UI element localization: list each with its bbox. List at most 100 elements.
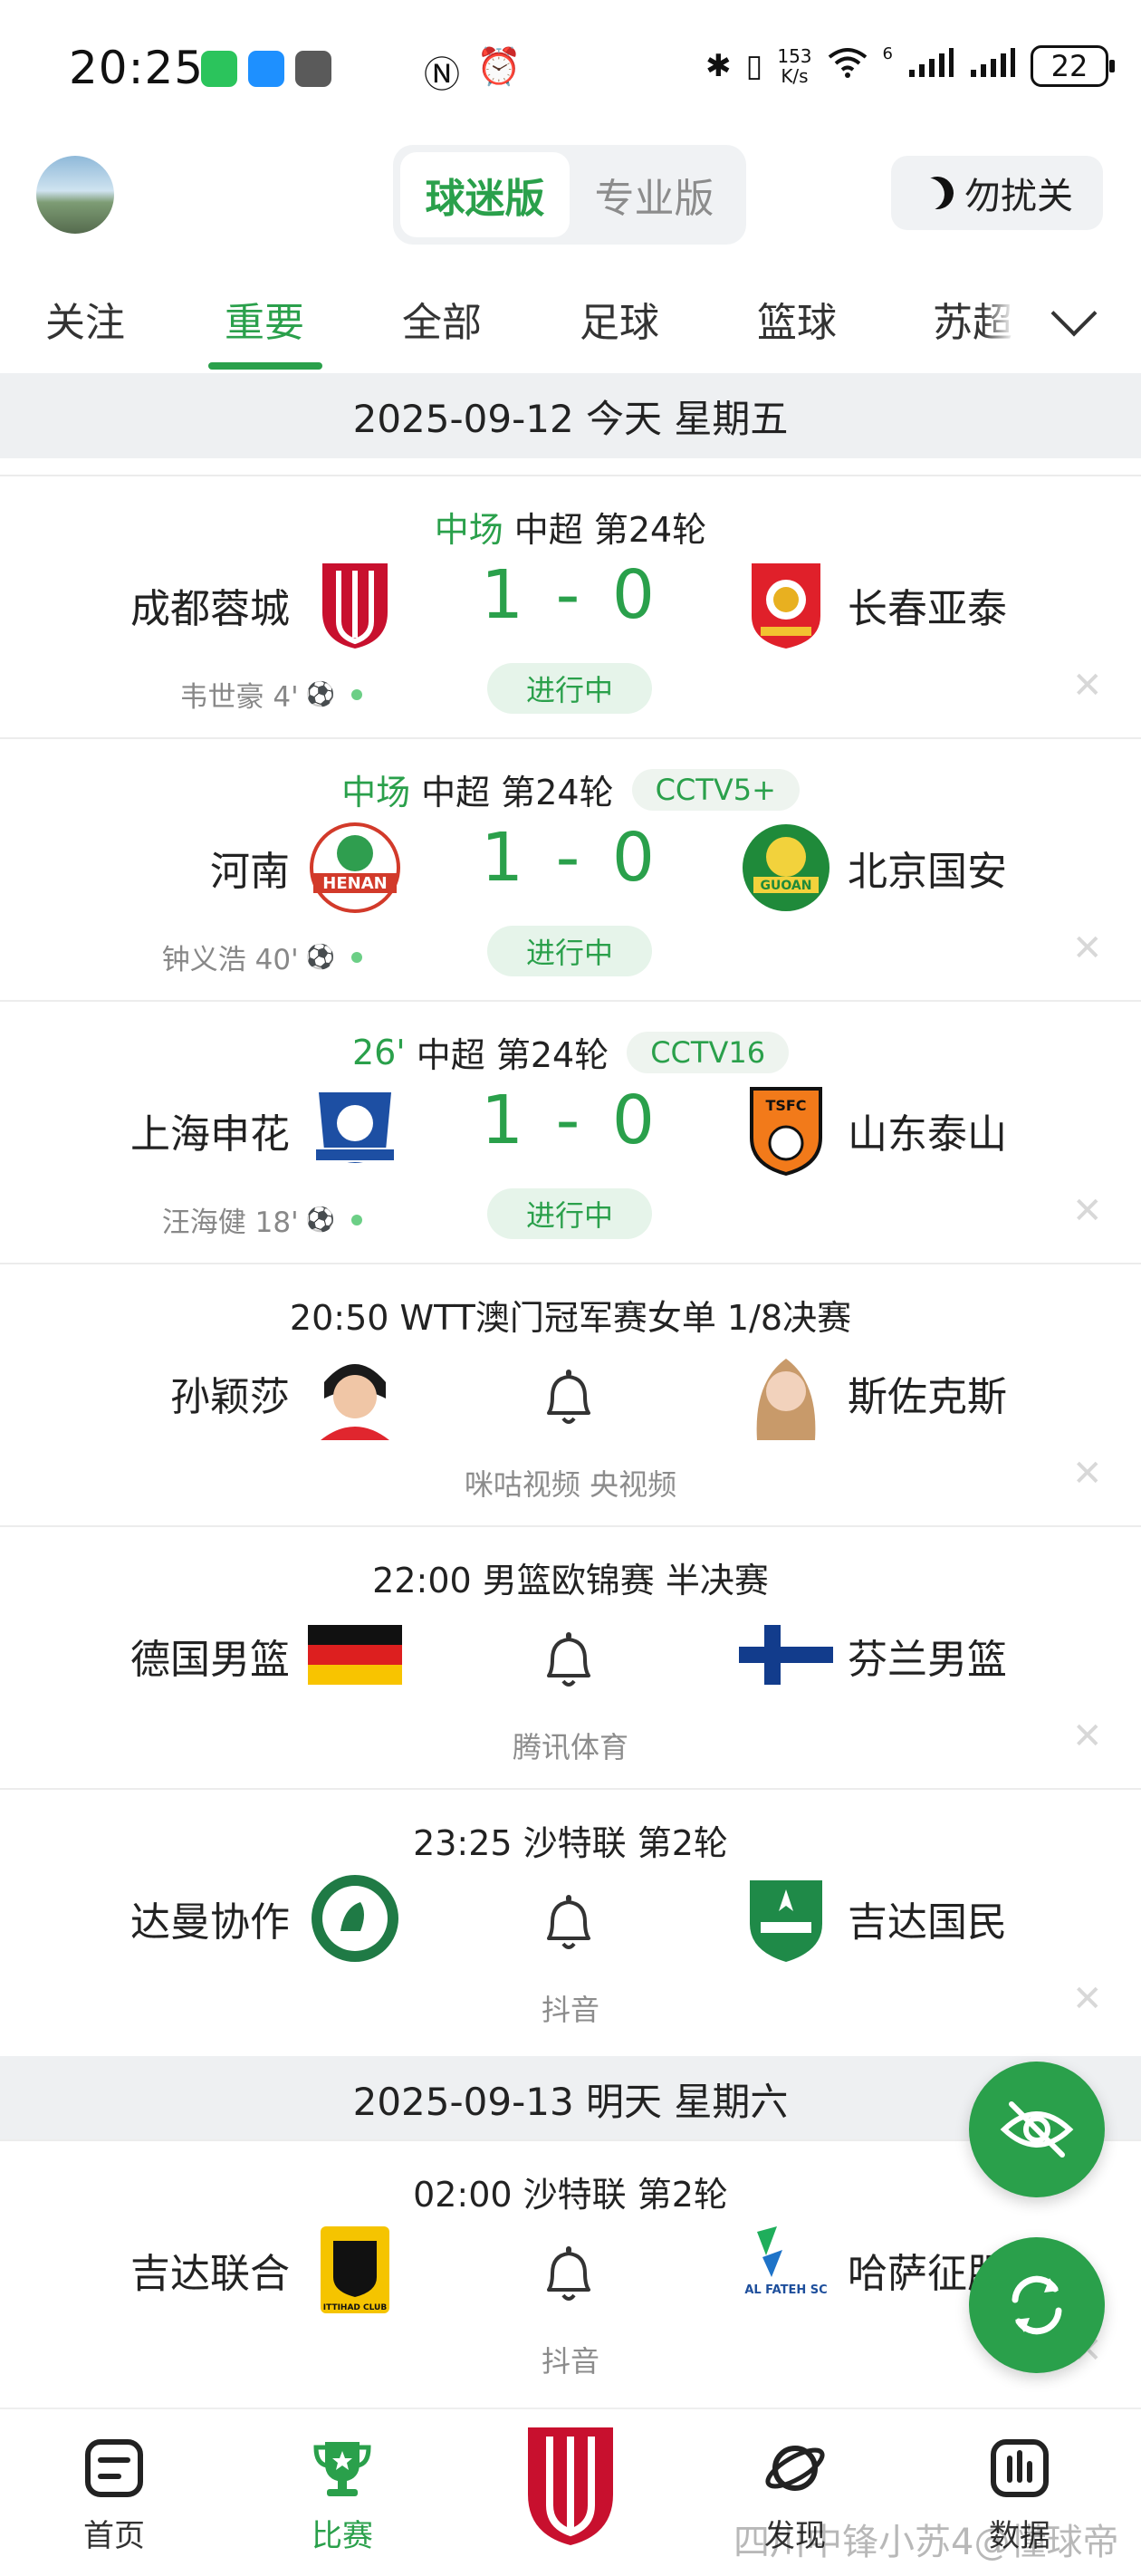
al-ittihad-logo-icon: ITTIHAD CLUB	[321, 2226, 389, 2313]
shanghai-shenhua-logo-icon	[314, 1092, 396, 1163]
tab-important[interactable]: 重要	[225, 290, 304, 348]
tv-channel-badge: CCTV16	[627, 1031, 790, 1073]
match-status-badge: 进行中	[487, 926, 652, 976]
refresh-button[interactable]	[969, 2237, 1105, 2373]
match-league: 中超 第24轮	[416, 1035, 609, 1075]
match-card[interactable]: 20:50 WTT澳门冠军赛女单 1/8决赛 孙颖莎 斯佐克斯 咪咕视频 央视频…	[0, 1263, 1141, 1525]
hide-scores-button[interactable]	[969, 2062, 1105, 2197]
bell-icon[interactable]	[540, 1891, 598, 1955]
broadcast-channels: 腾讯体育	[512, 1730, 628, 1764]
match-status-badge: 进行中	[487, 1188, 652, 1239]
away-player-name: 斯佐克斯	[848, 1374, 1007, 1420]
al-ettifaq-logo-icon	[312, 1875, 398, 1962]
match-card[interactable]: 23:25 沙特联 第2轮 达曼协作 吉达国民 抖音 ✕	[0, 1788, 1141, 2051]
chengdu-rongcheng-logo-icon	[322, 563, 388, 649]
refresh-icon	[1012, 2275, 1062, 2335]
svg-text:TSFC: TSFC	[765, 1097, 806, 1114]
active-tab-indicator	[208, 362, 322, 370]
match-title: 22:00 男篮欧锦赛 半决赛	[372, 1561, 769, 1600]
broadcast-channels: 抖音	[541, 1993, 599, 2027]
match-minute: 中场	[434, 510, 503, 550]
match-title: 23:25 沙特联 第2轮	[413, 1823, 728, 1863]
planet-icon	[765, 2446, 825, 2491]
close-icon[interactable]: ✕	[1072, 1453, 1103, 1495]
score: 1 - 0	[481, 556, 660, 634]
broadcast-channels: 咪咕视频 央视频	[464, 1467, 677, 1502]
match-card[interactable]: 中场 中超 第24轮 CCTV5+ 河南 HENAN 1 - 0 GUOAN 北…	[0, 737, 1141, 1000]
top-header: 球迷版 专业版 勿扰关	[0, 136, 1141, 254]
status-right-icons: ✱ ▯ 153 K/s 6 22	[705, 43, 1115, 87]
user-avatar[interactable]	[36, 156, 114, 234]
match-league: 中超 第24轮	[513, 510, 707, 550]
game-app-icon	[295, 51, 331, 87]
close-icon[interactable]: ✕	[1072, 928, 1103, 969]
fan-mode-button[interactable]: 球迷版	[400, 152, 570, 237]
nav-home[interactable]: 首页	[42, 2437, 187, 2555]
changchun-yatai-logo-icon	[752, 563, 820, 649]
chevron-down-icon[interactable]	[1050, 290, 1098, 337]
moon-icon	[916, 172, 958, 214]
goal-scorer: 钟义浩 40' ⚽	[162, 937, 362, 977]
battery-indicator: 22	[1031, 45, 1115, 87]
tab-basketball[interactable]: 篮球	[757, 290, 837, 348]
match-title: 20:50 WTT澳门冠军赛女单 1/8决赛	[289, 1298, 852, 1338]
close-icon[interactable]: ✕	[1072, 665, 1103, 706]
do-not-disturb-label: 勿扰关	[964, 176, 1073, 217]
match-league: 中超 第24轮	[421, 773, 614, 812]
status-time: 20:25	[69, 42, 205, 94]
match-card[interactable]: 22:00 男篮欧锦赛 半决赛 德国男篮 芬兰男篮 腾讯体育 ✕	[0, 1525, 1141, 1788]
signal-superscript: 6	[882, 43, 893, 63]
match-card[interactable]: 中场 中超 第24轮 成都蓉城 1 - 0 长春亚泰 进行中 韦世豪 4' ⚽ …	[0, 475, 1141, 737]
home-doc-icon	[85, 2439, 143, 2497]
bell-icon[interactable]	[540, 1366, 598, 1429]
henan-fc-logo-icon: HENAN	[310, 822, 400, 913]
match-card[interactable]: 02:00 沙特联 第2轮 吉达联合 ITTIHAD CLUB AL FATEH…	[0, 2139, 1141, 2402]
alarm-icon: ⏰	[476, 46, 522, 88]
home-team-name: 河南	[210, 849, 290, 895]
tab-all[interactable]: 全部	[402, 290, 482, 348]
mode-switch: 球迷版 专业版	[393, 145, 746, 245]
soccer-ball-icon: ⚽	[305, 943, 335, 971]
bell-icon[interactable]	[540, 1629, 598, 1692]
svg-text:GUOAN: GUOAN	[761, 879, 812, 893]
match-card[interactable]: 26' 中超 第24轮 CCTV16 上海申花 1 - 0 TSFC 山东泰山 …	[0, 1000, 1141, 1263]
app-notification-icon	[201, 51, 237, 87]
away-team-name: 长春亚泰	[848, 586, 1007, 632]
bluetooth-icon: ✱	[705, 48, 732, 84]
bell-icon[interactable]	[540, 2243, 598, 2306]
svg-text:AL FATEH SC: AL FATEH SC	[744, 2283, 827, 2297]
al-fateh-logo-icon: AL FATEH SC	[744, 2226, 828, 2297]
home-team-name: 上海申花	[130, 1111, 290, 1158]
svg-text:ITTIHAD CLUB: ITTIHAD CLUB	[323, 2303, 388, 2312]
tab-suchao[interactable]: 苏超	[933, 290, 1014, 348]
signal-1-icon	[907, 46, 954, 87]
score: 1 - 0	[481, 1081, 660, 1159]
close-icon[interactable]: ✕	[1072, 1978, 1103, 2020]
home-team-name: 成都蓉城	[130, 586, 290, 632]
close-icon[interactable]: ✕	[1072, 1190, 1103, 1232]
cloud-app-icon	[248, 51, 284, 87]
close-icon[interactable]: ✕	[1072, 1716, 1103, 1757]
tab-follow[interactable]: 关注	[45, 290, 125, 348]
al-ahli-logo-icon	[750, 1880, 822, 1962]
status-bar: 20:25 Ⓝ ⏰ ✱ ▯ 153 K/s 6 22	[0, 0, 1141, 136]
away-team-name: 吉达国民	[848, 1899, 1007, 1946]
status-app-icons	[201, 51, 331, 87]
match-status-badge: 进行中	[487, 663, 652, 714]
pro-mode-button[interactable]: 专业版	[570, 152, 739, 237]
nfc-icon: Ⓝ	[424, 54, 460, 96]
svg-text:HENAN: HENAN	[322, 874, 387, 893]
goal-scorer: 韦世豪 4' ⚽	[180, 674, 362, 715]
do-not-disturb-button[interactable]: 勿扰关	[891, 156, 1103, 230]
nav-team[interactable]	[498, 2422, 643, 2549]
date-header-today: 2025-09-12 今天 星期五	[0, 373, 1141, 458]
nav-matches[interactable]: 比赛	[270, 2437, 415, 2555]
home-team-name: 达曼协作	[130, 1899, 290, 1946]
tab-football[interactable]: 足球	[580, 290, 659, 348]
chart-icon	[991, 2439, 1049, 2497]
vibrate-icon: ▯	[745, 48, 763, 84]
player-avatar-icon	[739, 1346, 833, 1440]
live-dot-icon	[351, 688, 362, 700]
score: 1 - 0	[481, 819, 660, 897]
broadcast-channels: 抖音	[541, 2344, 599, 2379]
